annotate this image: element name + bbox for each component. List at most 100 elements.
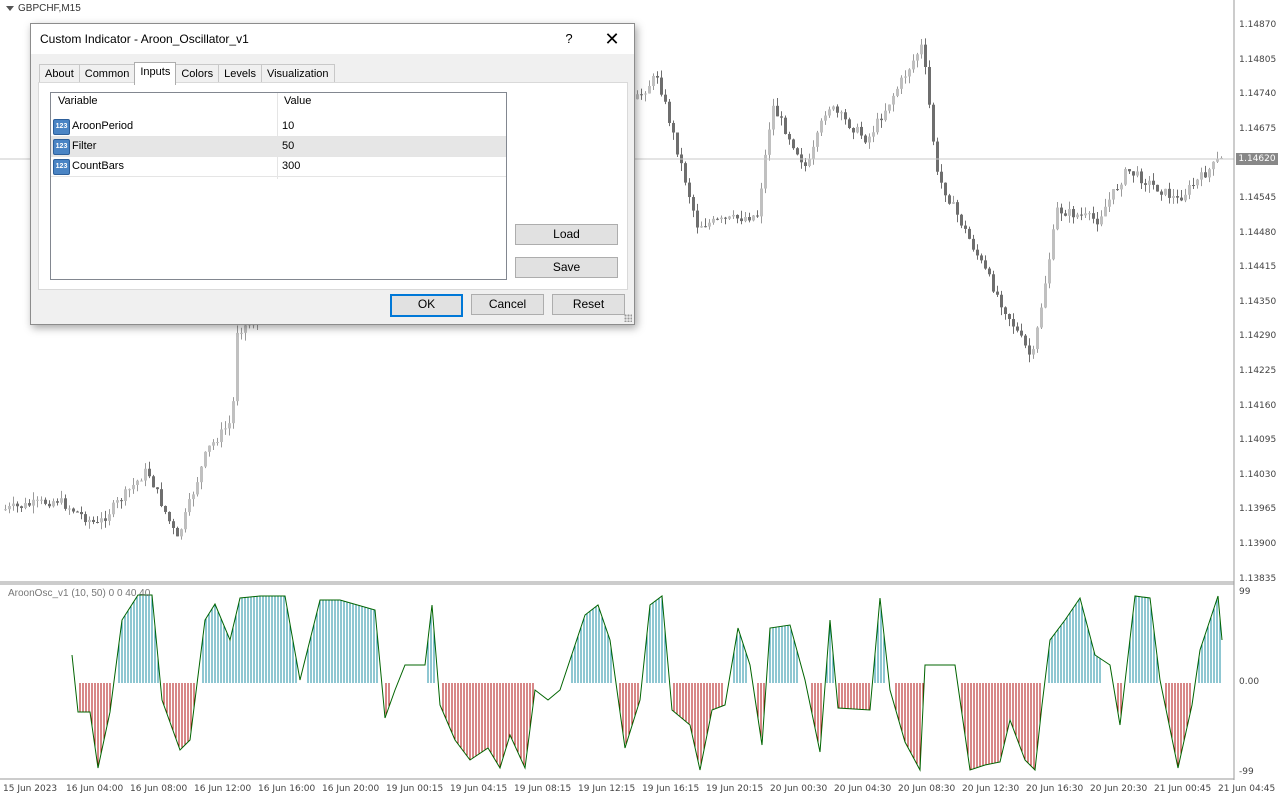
price-tick: 1.14740: [1239, 89, 1277, 100]
candle-body: [1016, 326, 1019, 331]
param-value[interactable]: 300: [282, 160, 300, 172]
tab-visualization[interactable]: Visualization: [260, 64, 335, 84]
candle-body: [12, 503, 15, 507]
candle-body: [156, 487, 159, 490]
candle-body: [660, 77, 663, 95]
candle-body: [900, 77, 903, 89]
candle-body: [1144, 183, 1147, 185]
candle-body: [180, 529, 183, 537]
time-tick: 16 Jun 04:00: [66, 784, 124, 794]
candle-body: [60, 498, 63, 503]
candle-body: [692, 197, 695, 211]
oscillator-tick: -99: [1239, 767, 1254, 777]
candle-body: [1008, 314, 1011, 320]
candle-body: [1164, 188, 1167, 195]
help-button[interactable]: ?: [559, 28, 579, 50]
candle-body: [664, 94, 667, 102]
price-tick: 1.14415: [1239, 262, 1277, 273]
candle-body: [912, 60, 915, 70]
price-tick: 1.14030: [1239, 469, 1277, 480]
close-icon[interactable]: ✕: [599, 28, 625, 50]
candle-body: [972, 238, 975, 250]
column-header-value[interactable]: Value: [284, 95, 311, 107]
candle-body: [1084, 213, 1087, 216]
symbol-label[interactable]: GBPCHF,M15: [6, 3, 81, 14]
candle-body: [760, 188, 763, 217]
integer-param-icon: 123: [53, 119, 70, 135]
candle-body: [84, 514, 87, 523]
candle-body: [120, 500, 123, 502]
candle-body: [968, 228, 971, 239]
table-row[interactable]: 123 CountBars 300: [51, 157, 506, 177]
candle-body: [144, 468, 147, 481]
candle-body: [192, 494, 195, 500]
price-tick: 1.14675: [1239, 123, 1277, 134]
current-price-badge: 1.14620: [1236, 153, 1278, 165]
candle-body: [764, 154, 767, 189]
candle-body: [72, 508, 75, 512]
candle-body: [68, 508, 71, 510]
candle-body: [96, 522, 99, 524]
candle-body: [1148, 180, 1151, 185]
candle-body: [712, 218, 715, 223]
price-tick: 1.13900: [1239, 539, 1277, 549]
candle-body: [788, 133, 791, 140]
candle-body: [1044, 283, 1047, 308]
load-button[interactable]: Load: [515, 224, 618, 245]
tab-levels[interactable]: Levels: [218, 64, 262, 84]
price-tick: 1.13835: [1239, 573, 1277, 584]
candle-body: [936, 141, 939, 172]
candle-body: [828, 109, 831, 116]
param-name: AroonPeriod: [72, 120, 134, 132]
candle-body: [1092, 213, 1095, 219]
param-value[interactable]: 10: [282, 120, 294, 132]
candle-body: [696, 210, 699, 228]
tab-inputs[interactable]: Inputs: [134, 62, 177, 85]
candle-body: [1056, 207, 1059, 230]
cancel-button[interactable]: Cancel: [471, 294, 544, 315]
dialog-tabs: About Common Inputs Colors Levels Visual…: [39, 62, 335, 85]
candle-body: [128, 489, 131, 491]
tab-common[interactable]: Common: [78, 64, 136, 84]
candle-body: [152, 476, 155, 488]
param-value[interactable]: 50: [282, 140, 294, 152]
reset-button[interactable]: Reset: [552, 294, 625, 315]
ok-button[interactable]: OK: [390, 294, 463, 317]
save-button[interactable]: Save: [515, 257, 618, 278]
integer-param-icon: 123: [53, 159, 70, 175]
candle-body: [220, 429, 223, 443]
candle-body: [184, 512, 187, 530]
candle-body: [996, 291, 999, 295]
candle-body: [104, 518, 107, 521]
candle-body: [224, 428, 227, 430]
resize-grip[interactable]: [624, 314, 632, 322]
custom-indicator-dialog: Custom Indicator - Aroon_Oscillator_v1 ?…: [30, 23, 635, 325]
tab-colors[interactable]: Colors: [175, 64, 220, 84]
candle-body: [136, 480, 139, 485]
candle-body: [716, 218, 719, 220]
candle-body: [1040, 307, 1043, 328]
candle-body: [800, 154, 803, 163]
candle-body: [1140, 171, 1143, 184]
candle-body: [140, 480, 143, 482]
candle-body: [236, 332, 239, 402]
chevron-down-icon: [6, 6, 14, 11]
candle-body: [816, 132, 819, 147]
column-header-variable[interactable]: Variable: [58, 95, 98, 107]
table-row[interactable]: 123 Filter 50: [51, 137, 506, 157]
candle-body: [164, 505, 167, 512]
candle-body: [1064, 213, 1067, 216]
oscillator-label: AroonOsc_v1 (10, 50) 0 0 40 40: [8, 588, 151, 599]
table-row[interactable]: 123 AroonPeriod 10: [51, 117, 506, 137]
candle-body: [976, 249, 979, 256]
candle-body: [776, 105, 779, 117]
candle-body: [844, 112, 847, 120]
candle-body: [216, 442, 219, 444]
candle-body: [36, 499, 39, 501]
candle-body: [792, 139, 795, 149]
candle-body: [16, 503, 19, 507]
dialog-title-bar[interactable]: Custom Indicator - Aroon_Oscillator_v1 ?…: [31, 24, 634, 54]
price-tick: 1.14870: [1239, 20, 1277, 30]
tab-about[interactable]: About: [39, 64, 80, 84]
candle-body: [1132, 171, 1135, 176]
